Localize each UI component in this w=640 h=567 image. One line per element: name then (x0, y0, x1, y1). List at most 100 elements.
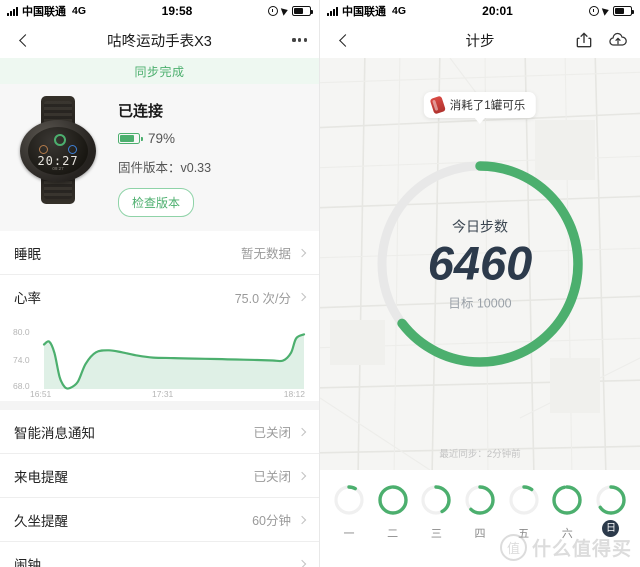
watch-face: 20:27 09:27 (28, 127, 88, 175)
signal-bars-icon (327, 6, 338, 16)
list-item-right (291, 559, 307, 567)
map-background: 消耗了1罐可乐 今日步数 6460 目标 10000 最近同步：2分钟前 (320, 58, 640, 470)
nav-bar-right: 计步 (320, 22, 640, 58)
heart-rate-sparkline (42, 333, 306, 390)
back-button[interactable] (332, 27, 358, 53)
chevron-right-icon (297, 427, 307, 436)
device-battery-row: 79% (118, 131, 305, 146)
chart-ytick-0: 80.0 (13, 327, 30, 337)
cola-can-icon (429, 95, 446, 115)
settings-list-top: 睡眠 暂无数据 心率 75.0 次/分 (0, 231, 319, 319)
steps-label: 今日步数 (452, 218, 508, 235)
firmware-version-label: 固件版本：v0.33 (118, 161, 212, 175)
status-bar-right-group (589, 6, 634, 16)
weekday-ring-svg (377, 485, 408, 515)
back-chevron-icon (18, 33, 32, 47)
cloud-upload-icon[interactable] (608, 30, 628, 50)
carrier-label: 中国联通 (342, 6, 386, 18)
chevron-right-icon (297, 248, 307, 257)
watch-face-subtext: 09:27 (52, 166, 64, 171)
list-item-value: 暂无数据 (240, 247, 291, 261)
status-bar-left-group: 中国联通 4G (327, 3, 406, 19)
weekday-ring-6[interactable]: 六 (548, 484, 586, 541)
step-progress-ring: 今日步数 6460 目标 10000 (373, 157, 588, 372)
step-counter-screen: 中国联通 4G 20:01 计步 消耗了1罐可乐 今日步数 6460 目标 10… (320, 0, 640, 567)
device-detail-screen: 中国联通 4G 19:58 咕咚运动手表X3 同步完成 20:27 09:27 … (0, 0, 320, 567)
chevron-right-icon (297, 515, 307, 524)
chart-xtick-2: 18:12 (283, 389, 305, 399)
share-upload-icon[interactable] (574, 30, 594, 50)
step-ring-center: 今日步数 6460 目标 10000 (373, 157, 588, 372)
list-item-label: 智能消息通知 (14, 425, 95, 441)
device-card: 20:27 09:27 已连接 79% 固件版本：v0.33 检查版本 (0, 84, 319, 231)
back-button[interactable] (12, 27, 38, 53)
weekday-label: 日 (602, 520, 620, 537)
list-item-value: 已关闭 (253, 470, 291, 484)
list-item-right: 75.0 次/分 (235, 288, 307, 307)
list-item-value: 60分钟 (252, 514, 291, 528)
chart-ytick-2: 68.0 (13, 381, 30, 391)
status-bar-right: 中国联通 4G 20:01 (320, 0, 640, 22)
watch-image: 20:27 09:27 (14, 96, 102, 204)
watch-bezel: 20:27 09:27 (20, 120, 96, 182)
weekday-label: 四 (474, 528, 486, 540)
nav-actions-right (574, 30, 628, 50)
list-item-value: 已关闭 (253, 426, 291, 440)
chevron-right-icon (297, 292, 307, 302)
weekday-ring-2[interactable]: 二 (374, 484, 412, 541)
list-item-call-reminder[interactable]: 来电提醒 已关闭 (0, 454, 319, 498)
nav-actions-left (292, 38, 307, 42)
sync-status-banner: 同步完成 (0, 58, 319, 84)
weekday-ring-4[interactable]: 四 (461, 484, 499, 541)
weekday-ring-3[interactable]: 三 (417, 484, 455, 541)
back-chevron-icon (338, 33, 352, 47)
list-item-alarm[interactable]: 闹钟 (0, 542, 319, 567)
weekday-ring-7[interactable]: 日 (592, 484, 630, 541)
chart-xtick-0: 16:51 (30, 389, 52, 399)
list-item-smart-notification[interactable]: 智能消息通知 已关闭 (0, 410, 319, 454)
calorie-tooltip-text: 消耗了1罐可乐 (449, 100, 526, 112)
weekday-ring-svg (508, 485, 539, 515)
weekday-label: 五 (518, 528, 530, 540)
weekday-ring-5[interactable]: 五 (505, 484, 543, 541)
chart-ytick-1: 74.0 (13, 355, 30, 365)
weekday-ring-1[interactable]: 一 (330, 484, 368, 541)
list-item-label: 睡眠 (14, 246, 41, 262)
watch-face-blue-dial-icon (68, 145, 77, 154)
weekday-label: 三 (430, 528, 442, 540)
check-version-button[interactable]: 检查版本 (118, 188, 195, 217)
list-item-heart-rate[interactable]: 心率 75.0 次/分 (0, 275, 319, 319)
weekday-ring-svg (596, 485, 626, 515)
battery-green-icon (118, 133, 143, 144)
device-connection-status: 已连接 (118, 103, 164, 120)
chart-xtick-1: 17:31 (152, 389, 174, 399)
weekday-ring-svg (552, 485, 582, 515)
dual-screenshot: 中国联通 4G 19:58 咕咚运动手表X3 同步完成 20:27 09:27 … (0, 0, 640, 567)
list-item-sleep[interactable]: 睡眠 暂无数据 (0, 231, 319, 275)
carrier-label: 中国联通 (22, 6, 66, 18)
list-item-right: 已关闭 (253, 466, 307, 485)
location-arrow-icon (601, 6, 611, 16)
list-item-label: 久坐提醒 (14, 513, 68, 529)
status-bar-clock: 19:58 (161, 4, 193, 18)
list-item-sedentary-reminder[interactable]: 久坐提醒 60分钟 (0, 498, 319, 542)
more-dots-icon[interactable] (292, 38, 307, 42)
alarm-icon (589, 6, 599, 16)
nav-bar-left: 咕咚运动手表X3 (0, 22, 319, 58)
chevron-right-icon (297, 559, 307, 567)
weekday-ring-svg (421, 485, 452, 515)
battery-icon (292, 6, 313, 16)
status-bar-left: 中国联通 4G 19:58 (0, 0, 319, 22)
alarm-icon (268, 6, 278, 16)
list-item-right: 60分钟 (252, 510, 307, 529)
list-item-label: 来电提醒 (14, 469, 68, 485)
battery-icon (613, 6, 634, 16)
weekday-label: 一 (343, 528, 355, 540)
watch-face-green-dial-icon (54, 134, 66, 146)
list-item-right: 暂无数据 (240, 243, 307, 262)
status-bar-left-group: 中国联通 4G (7, 3, 86, 19)
list-item-label: 闹钟 (14, 558, 41, 567)
network-type-label: 4G (392, 5, 407, 17)
weekly-step-rings: 一 二三 四 五 六日 (320, 470, 640, 567)
status-bar-clock: 20:01 (482, 4, 513, 18)
